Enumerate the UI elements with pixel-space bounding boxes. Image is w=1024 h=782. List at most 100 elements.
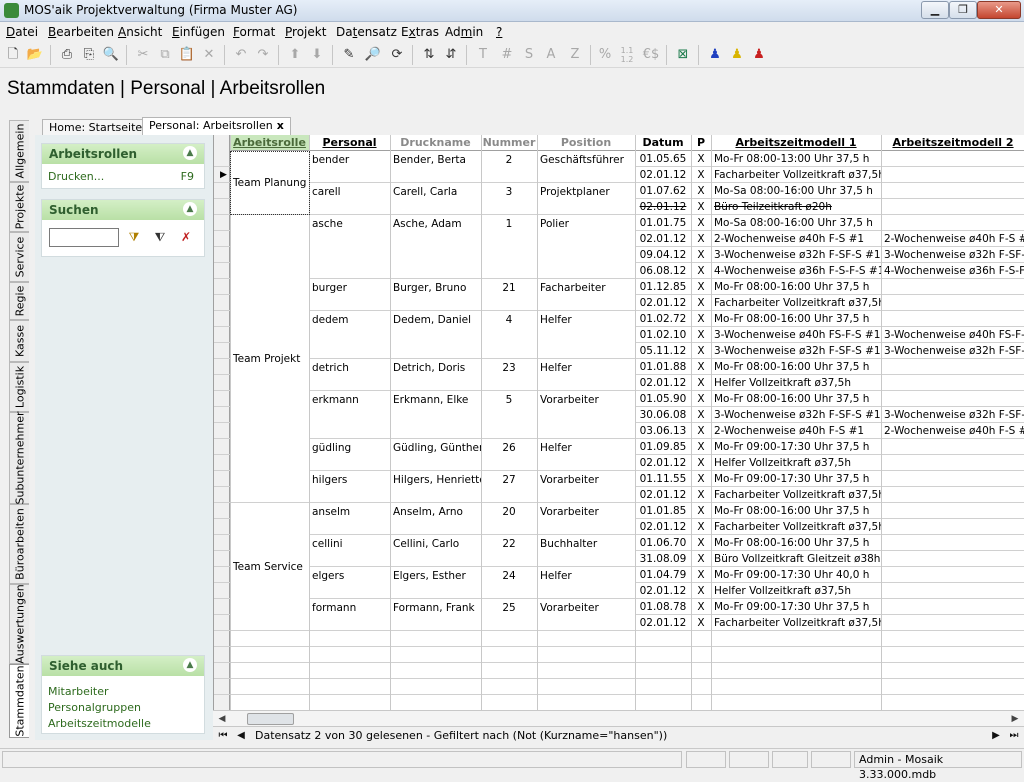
side-tab[interactable]: Auswertungen [9,584,29,664]
edit-pencil-icon[interactable]: ✎ [340,46,358,64]
cell-position[interactable]: Projektplaner [537,185,635,200]
cell-p[interactable]: X [691,264,711,279]
copy-icon[interactable]: ⧉ [156,46,174,64]
column-header-datum[interactable]: Datum [635,135,691,151]
cell-arbeitsrolle[interactable]: Team Service [230,560,309,575]
menu-item[interactable]: Bearbeiten [48,25,114,39]
cell-p[interactable]: X [691,472,711,487]
link-arbeitszeitmodelle[interactable]: Arbeitszeitmodelle [48,717,151,730]
text-format-icon[interactable]: T [474,46,492,64]
cell-datum[interactable]: 06.08.12 [635,264,691,279]
cell-druckname[interactable]: Güdling, Günther [390,441,481,456]
cell-personal[interactable]: burger [309,281,390,296]
move-up-icon[interactable]: ⬆ [286,46,304,64]
cell-arbeitszeitmodell-2[interactable] [881,296,1024,311]
cell-p[interactable]: X [691,248,711,263]
cell-arbeitszeitmodell-1[interactable]: Facharbeiter Vollzeitkraft ø37,5h [711,616,881,631]
refresh-icon[interactable]: ⟳ [388,46,406,64]
cell-datum[interactable]: 01.02.72 [635,312,691,327]
cell-position[interactable]: Vorarbeiter [537,505,635,520]
cell-arbeitszeitmodell-1[interactable]: Mo-Fr 08:00-13:00 Uhr 37,5 h [711,152,881,167]
cell-datum[interactable]: 02.01.12 [635,520,691,535]
cell-position[interactable]: Helfer [537,569,635,584]
cell-p[interactable]: X [691,152,711,167]
cell-position[interactable]: Helfer [537,361,635,376]
cell-datum[interactable]: 05.11.12 [635,344,691,359]
tab-personal-arbeitsrollen[interactable]: Personal: Arbeitsrollen x [142,117,291,135]
cell-p[interactable]: X [691,328,711,343]
side-tab[interactable]: Stammdaten [9,664,29,738]
find-icon[interactable]: 🔎 [364,46,382,64]
cell-p[interactable]: X [691,280,711,295]
cell-p[interactable]: X [691,184,711,199]
column-header-personal[interactable]: Personal [309,135,390,151]
scroll-left-icon[interactable]: ◀ [215,712,229,726]
cell-p[interactable]: X [691,216,711,231]
cell-arbeitszeitmodell-2[interactable] [881,440,1024,455]
cell-p[interactable]: X [691,520,711,535]
suchen-header[interactable]: Suchen ▲ [42,200,204,220]
column-header-druckname[interactable]: Druckname [390,135,481,151]
cell-arbeitszeitmodell-2[interactable]: 3-Wochenweise ø32h F-SF-S [881,408,1024,423]
cell-position[interactable]: Vorarbeiter [537,473,635,488]
decimal-format-icon[interactable]: 1.1 1.2 [618,46,636,64]
user-blue-icon[interactable]: ♟ [706,46,724,64]
cell-druckname[interactable]: Asche, Adam [390,217,481,232]
cell-arbeitszeitmodell-2[interactable] [881,280,1024,295]
cell-datum[interactable]: 01.09.85 [635,440,691,455]
cell-personal[interactable]: formann [309,601,390,616]
cell-nummer[interactable]: 1 [481,217,537,232]
cell-p[interactable]: X [691,344,711,359]
search-input[interactable] [49,228,119,247]
siehe-auch-header[interactable]: Siehe auch ▲ [42,656,204,676]
string-format-icon[interactable]: S [520,46,538,64]
tab-home[interactable]: Home: Startseite [42,119,150,135]
cell-arbeitszeitmodell-2[interactable]: 3-Wochenweise ø32h F-SF-S [881,344,1024,359]
link-mitarbeiter[interactable]: Mitarbeiter [48,685,109,698]
cell-arbeitszeitmodell-1[interactable]: 4-Wochenweise ø36h F-S-F-S #1 [711,264,881,279]
cell-arbeitszeitmodell-1[interactable]: Mo-Fr 09:00-17:30 Uhr 37,5 h [711,472,881,487]
cell-arbeitszeitmodell-2[interactable] [881,616,1024,631]
cell-p[interactable]: X [691,296,711,311]
cell-arbeitszeitmodell-1[interactable]: Helfer Vollzeitkraft ø37,5h [711,456,881,471]
cell-position[interactable]: Vorarbeiter [537,601,635,616]
cell-personal[interactable]: bender [309,153,390,168]
cell-position[interactable]: Helfer [537,441,635,456]
cell-position[interactable]: Helfer [537,313,635,328]
cell-arbeitszeitmodell-1[interactable]: Mo-Sa 08:00-16:00 Uhr 37,5 h [711,184,881,199]
cell-nummer[interactable]: 3 [481,185,537,200]
cell-datum[interactable]: 02.01.12 [635,200,691,215]
cell-arbeitszeitmodell-2[interactable] [881,392,1024,407]
cell-druckname[interactable]: Elgers, Esther [390,569,481,584]
cell-datum[interactable]: 01.11.55 [635,472,691,487]
cell-p[interactable]: X [691,168,711,183]
cell-p[interactable]: X [691,312,711,327]
alpha-format-icon[interactable]: A [542,46,560,64]
cell-p[interactable]: X [691,440,711,455]
cell-arbeitszeitmodell-1[interactable]: Mo-Fr 08:00-16:00 Uhr 37,5 h [711,504,881,519]
side-tab[interactable]: Büroarbeiten [9,504,29,584]
previous-record-icon[interactable]: ◀ [233,728,249,744]
cell-arbeitszeitmodell-2[interactable]: 3-Wochenweise ø40h FS-F-S [881,328,1024,343]
cell-p[interactable]: X [691,392,711,407]
cell-datum[interactable]: 01.01.75 [635,216,691,231]
scroll-right-icon[interactable]: ▶ [1008,712,1022,726]
cell-datum[interactable]: 30.06.08 [635,408,691,423]
currency-format-icon[interactable]: €$ [642,46,660,64]
cell-arbeitszeitmodell-2[interactable] [881,376,1024,391]
cell-arbeitszeitmodell-2[interactable] [881,360,1024,375]
cell-personal[interactable]: detrich [309,361,390,376]
cell-datum[interactable]: 01.07.62 [635,184,691,199]
user-red-icon[interactable]: ♟ [750,46,768,64]
cell-nummer[interactable]: 24 [481,569,537,584]
cell-p[interactable]: X [691,200,711,215]
side-tab[interactable]: Allgemein [9,120,29,182]
cell-nummer[interactable]: 25 [481,601,537,616]
side-tab[interactable]: Logistik [9,362,29,412]
column-header-nummer[interactable]: Nummer [481,135,537,151]
cell-arbeitszeitmodell-2[interactable] [881,472,1024,487]
cell-position[interactable]: Polier [537,217,635,232]
cell-nummer[interactable]: 23 [481,361,537,376]
cell-nummer[interactable]: 27 [481,473,537,488]
cell-nummer[interactable]: 21 [481,281,537,296]
